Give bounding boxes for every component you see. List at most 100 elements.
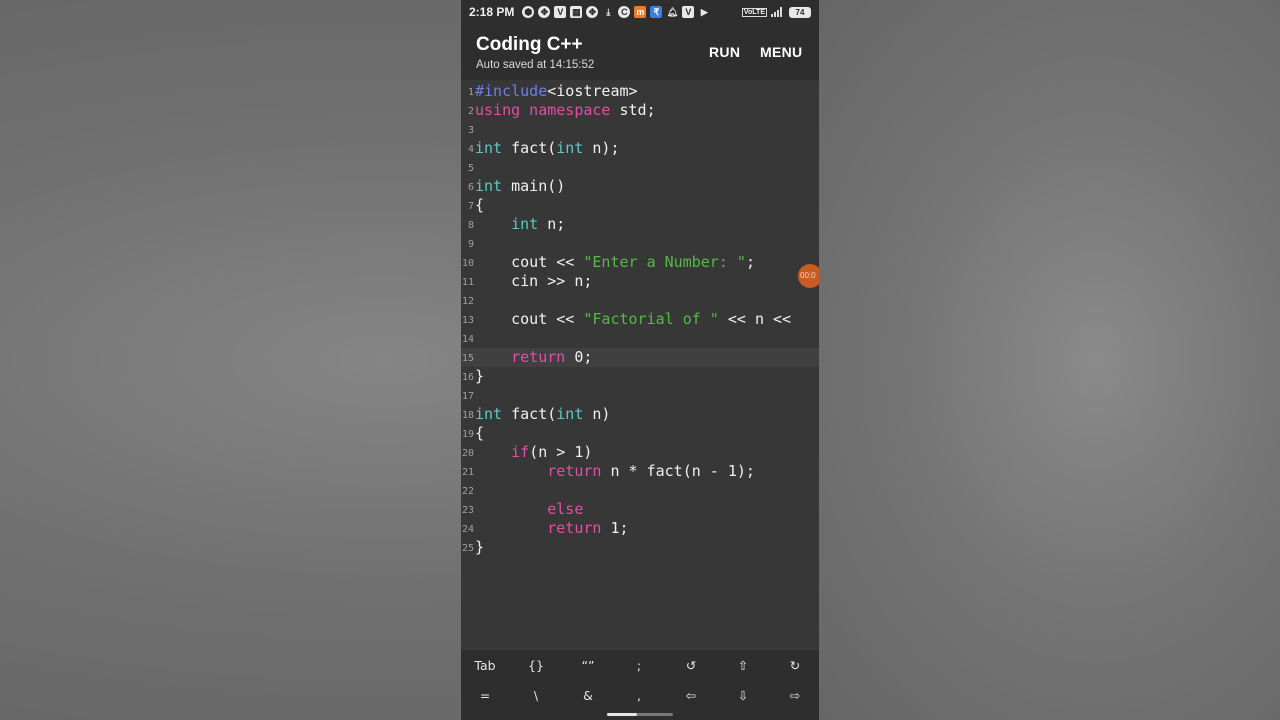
code-token: cout << [475,253,584,271]
menu-button[interactable]: MENU [760,44,802,60]
code-token: { [475,196,485,214]
line-number: 5 [467,163,474,174]
line-number: 15 [461,353,474,364]
line-number: 13 [461,315,474,326]
code-token: n) [583,405,611,423]
code-line[interactable]: 7{ [461,196,819,215]
code-token: } [475,367,485,385]
code-line[interactable]: 11 cin >> n; [461,272,819,291]
semicolon-key[interactable]: ; [617,652,661,680]
code-line[interactable]: 3 [461,120,819,139]
code-line[interactable]: 18 int fact(int n) [461,405,819,424]
line-number: 17 [461,391,474,402]
code-token: <iostream> [547,82,638,100]
quotes-key[interactable]: “” [566,652,610,680]
code-token: int [556,139,584,157]
code-line[interactable]: 22 [461,481,819,500]
line-number: 4 [467,144,474,155]
code-token: "Factorial of " [583,310,719,328]
code-line[interactable]: 15 return 0; [461,348,819,367]
code-text: { [475,196,484,215]
code-token: std; [610,101,656,119]
line-number: 21 [461,467,474,478]
status-right: VoLTE 74 [741,6,811,18]
code-line[interactable]: 6 int main() [461,177,819,196]
code-token: #include [475,82,548,100]
tab-key[interactable]: Tab [463,652,507,680]
code-line[interactable]: 16} [461,367,819,386]
line-number: 19 [461,429,474,440]
code-line[interactable]: 21 return n * fact(n - 1); [461,462,819,481]
code-line[interactable]: 12 [461,291,819,310]
code-token: (n > 1) [529,443,593,461]
code-token: fact( [502,405,557,423]
code-line[interactable]: 23 else [461,500,819,519]
code-line[interactable]: 14 [461,329,819,348]
comma-key[interactable]: , [617,682,661,710]
v-icon: V [554,6,567,18]
code-token: n * fact(n - 1); [601,462,755,480]
autosave-status: Auto saved at 14:15:52 [476,59,595,71]
code-text: cout << "Factorial of " << n << [475,310,791,329]
cursor-left-icon[interactable]: ⇦ [669,682,713,710]
redo-icon[interactable]: ↻ [773,652,817,680]
home-indicator[interactable] [607,713,637,716]
code-text: int fact(int n); [475,139,620,158]
line-number: 10 [461,258,474,269]
ampersand-key[interactable]: & [566,682,610,710]
code-line[interactable]: 20 if(n > 1) [461,443,819,462]
code-token: 1; [601,519,629,537]
code-token: return [547,519,602,537]
code-line[interactable]: 19{ [461,424,819,443]
code-line[interactable]: 2 using namespace std; [461,101,819,120]
shield-icon: ⬢ [522,6,535,18]
code-line[interactable]: 8 int n; [461,215,819,234]
code-line[interactable]: 10 cout << "Enter a Number: "; [461,253,819,272]
code-line[interactable]: 4 int fact(int n); [461,139,819,158]
equals-key[interactable]: = [463,682,507,710]
cursor-up-icon[interactable]: ⇧ [721,652,765,680]
line-number: 1 [467,87,474,98]
code-token: fact( [502,139,557,157]
backslash-key[interactable]: \ [514,682,558,710]
code-line[interactable]: 17 [461,386,819,405]
braces-key[interactable]: {} [514,652,558,680]
grid-icon: ✥ [538,6,551,18]
run-button[interactable]: RUN [709,44,740,60]
code-line[interactable]: 1 #include<iostream> [461,82,819,101]
code-line[interactable]: 25} [461,538,819,557]
bell-icon: 🔔︎ [666,7,679,17]
code-editor[interactable]: 1 #include<iostream> 2 using namespace std;… [461,80,819,650]
app-title: Coding C++ [476,34,583,55]
code-line[interactable]: 24 return 1; [461,519,819,538]
calendar-icon: ▦ [570,6,583,18]
line-number: 18 [461,410,474,421]
code-text: { [475,424,484,443]
line-number: 2 [467,106,474,117]
code-line[interactable]: 9 [461,234,819,253]
cursor-down-icon[interactable]: ⇩ [721,682,765,710]
mi-icon: m [634,6,647,18]
floating-timer-bubble[interactable]: 00:0 [798,264,819,288]
code-text: int fact(int n) [475,405,610,424]
line-number: 12 [461,296,474,307]
undo-icon[interactable]: ↺ [669,652,713,680]
code-text: if(n > 1) [475,443,592,462]
code-line[interactable]: 5 [461,158,819,177]
download-icon: ⤓ [606,7,611,17]
code-text: return n * fact(n - 1); [475,462,755,481]
line-number: 24 [461,524,474,535]
code-token: ; [745,253,755,271]
line-number: 16 [461,372,474,383]
status-bar: 2:18 PM ⬢ ✥ V ▦ ✥ ⤓ C m ₹ 🔔︎ V ▶ VoLTE 7… [461,0,819,24]
cursor-right-icon[interactable]: ⇨ [773,682,817,710]
code-line[interactable]: 13 cout << "Factorial of " << n << [461,310,819,329]
code-token: "Enter a Number: " [583,253,746,271]
status-time: 2:18 PM [469,5,515,19]
line-number: 3 [467,125,474,136]
code-token: int [475,177,503,195]
